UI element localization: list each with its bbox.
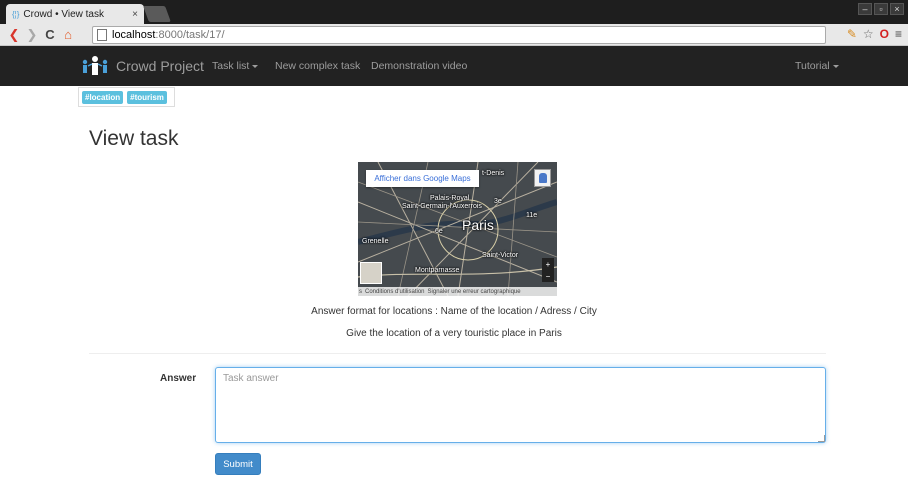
- tag-tourism[interactable]: #tourism: [127, 90, 167, 104]
- menu-icon[interactable]: ≡: [895, 27, 902, 41]
- map-label-paris: Paris: [462, 217, 494, 233]
- home-icon[interactable]: ⌂: [60, 27, 76, 43]
- zoom-in-icon[interactable]: +: [546, 260, 551, 269]
- map-satellite-thumbnail[interactable]: [360, 262, 382, 284]
- brand-name: Crowd Project: [116, 58, 204, 74]
- form-divider: [89, 353, 826, 354]
- crowd-logo-icon: [80, 54, 110, 78]
- zoom-out-icon[interactable]: −: [546, 272, 551, 281]
- answer-label: Answer: [160, 373, 197, 384]
- map-footer: s Conditions d'utilisation Signaler une …: [358, 287, 557, 296]
- page-icon: [97, 29, 107, 41]
- browser-toolbar: ❮ ❯ C ⌂ localhost :8000/task/17/ ✎ ☆ O ≡: [0, 24, 908, 46]
- restore-icon[interactable]: ▫: [874, 3, 888, 15]
- browser-tabstrip: {¦} Crowd • View task × – ▫ ×: [0, 0, 908, 24]
- map-label-3e: 3e: [494, 198, 502, 205]
- nav-tutorial[interactable]: Tutorial: [795, 60, 839, 72]
- tag-location[interactable]: #location: [82, 90, 124, 104]
- minimize-icon[interactable]: –: [858, 3, 872, 15]
- task-tags: #location #tourism: [78, 87, 175, 107]
- map-label-grenelle: Grenelle: [362, 238, 389, 245]
- extension-icon[interactable]: ✎: [847, 27, 857, 41]
- open-in-google-maps-button[interactable]: Afficher dans Google Maps: [366, 170, 479, 187]
- window-controls: – ▫ ×: [858, 3, 904, 15]
- map-report-link[interactable]: Signaler une erreur cartographique: [428, 289, 521, 295]
- nav-tutorial-label: Tutorial: [795, 60, 830, 72]
- window-close-icon[interactable]: ×: [890, 3, 904, 15]
- map-label-6e: 6e: [435, 228, 443, 235]
- map-footer-s: s: [359, 288, 362, 295]
- nav-task-list[interactable]: Task list: [212, 60, 259, 72]
- map-label-denis: t-Denis: [482, 170, 505, 177]
- back-icon[interactable]: ❮: [6, 27, 22, 43]
- map-label-saint-victor: Saint-Victor: [482, 252, 519, 259]
- google-map[interactable]: Afficher dans Google Maps t-Denis Palais…: [358, 162, 557, 296]
- new-tab-button[interactable]: [143, 6, 171, 22]
- reload-icon[interactable]: C: [42, 27, 58, 43]
- star-icon[interactable]: ☆: [863, 27, 874, 41]
- site-favicon-icon: {¦}: [12, 9, 20, 19]
- tab-title: Crowd • View task: [23, 8, 104, 20]
- map-label-saint-germain: Saint-Germain-l'Auxerrois: [402, 203, 482, 210]
- map-terms-link[interactable]: Conditions d'utilisation: [365, 289, 425, 295]
- toolbar-icons: ✎ ☆ O ≡: [847, 27, 902, 41]
- answer-textarea[interactable]: [215, 367, 826, 443]
- tab-close-icon[interactable]: ×: [132, 9, 138, 20]
- address-bar[interactable]: localhost :8000/task/17/: [92, 26, 826, 44]
- site-navbar: Crowd Project Task list New complex task…: [0, 46, 908, 86]
- map-zoom-control[interactable]: + −: [542, 258, 554, 282]
- opera-icon[interactable]: O: [880, 27, 889, 41]
- task-question-text: Give the location of a very touristic pl…: [346, 328, 562, 339]
- nav-new-complex-task[interactable]: New complex task: [275, 60, 360, 72]
- caret-down-icon: [832, 64, 839, 68]
- forward-icon[interactable]: ❯: [24, 27, 40, 43]
- browser-tab[interactable]: {¦} Crowd • View task ×: [6, 4, 144, 24]
- textarea-resize-grip[interactable]: [818, 435, 825, 442]
- map-label-11e: 11e: [526, 212, 538, 219]
- url-host: localhost: [112, 29, 156, 41]
- nav-demonstration-video[interactable]: Demonstration video: [371, 60, 467, 72]
- url-path: :8000/task/17/: [155, 29, 225, 41]
- caret-down-icon: [252, 64, 259, 68]
- answer-format-text: Answer format for locations : Name of th…: [311, 306, 597, 317]
- map-label-montparnasse: Montparnasse: [415, 267, 460, 274]
- brand-link[interactable]: Crowd Project: [80, 54, 204, 78]
- submit-button[interactable]: Submit: [215, 453, 261, 475]
- nav-task-list-label: Task list: [212, 60, 250, 72]
- page-title: View task: [89, 127, 179, 150]
- street-view-pegman-icon[interactable]: [534, 169, 551, 187]
- map-label-palais: Palais-Royal: [430, 195, 470, 202]
